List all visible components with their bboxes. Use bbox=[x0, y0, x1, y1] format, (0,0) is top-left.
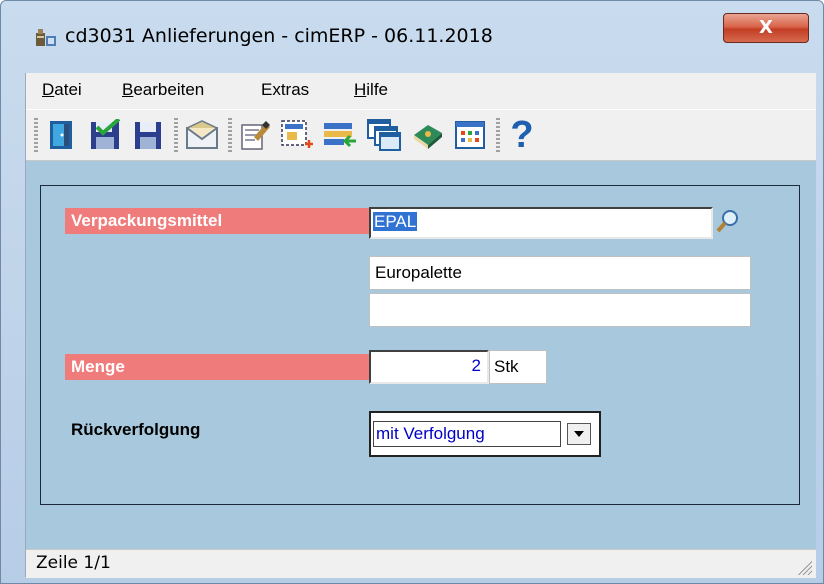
verpackungsmittel-input[interactable]: EPAL bbox=[369, 207, 713, 239]
toolbar: ? bbox=[26, 109, 816, 161]
menge-unit: Stk bbox=[489, 350, 547, 384]
search-icon[interactable] bbox=[715, 208, 741, 236]
menu-extras[interactable]: Extras bbox=[261, 80, 309, 100]
form-panel: Verpackungsmittel EPAL Europalette Menge… bbox=[40, 185, 800, 505]
status-text: Zeile 1/1 bbox=[36, 553, 111, 573]
save-icon[interactable] bbox=[130, 116, 166, 154]
rueckverfolgung-label: Rückverfolgung bbox=[71, 420, 201, 439]
menge-label: Menge bbox=[65, 354, 369, 380]
book-icon[interactable] bbox=[410, 116, 446, 154]
form-area: Verpackungsmittel EPAL Europalette Menge… bbox=[26, 161, 816, 549]
toolbar-separator bbox=[228, 118, 232, 152]
new-record-icon[interactable] bbox=[278, 116, 314, 154]
menu-bar: Datei Bearbeiten Extras Hilfe bbox=[26, 73, 816, 109]
toolbar-grip[interactable] bbox=[34, 118, 38, 152]
verpackungsmittel-label: Verpackungsmittel bbox=[65, 208, 369, 234]
close-button[interactable]: X bbox=[723, 13, 809, 43]
edit-icon[interactable] bbox=[238, 116, 274, 154]
help-symbol: ? bbox=[510, 114, 534, 156]
description2-field bbox=[369, 293, 751, 327]
help-icon[interactable]: ? bbox=[504, 116, 540, 154]
mail-icon[interactable] bbox=[184, 116, 220, 154]
windows-icon[interactable] bbox=[366, 116, 402, 154]
menu-bearbeiten[interactable]: Bearbeiten bbox=[122, 80, 204, 100]
client-area: Datei Bearbeiten Extras Hilfe ? Verpacku… bbox=[25, 73, 816, 578]
import-icon[interactable] bbox=[322, 116, 358, 154]
title-bar[interactable]: cd3031 Anlieferungen - cimERP - 06.11.20… bbox=[1, 1, 823, 51]
description-field: Europalette bbox=[369, 256, 751, 290]
status-bar: Zeile 1/1 bbox=[26, 549, 816, 578]
toolbar-separator bbox=[496, 118, 500, 152]
dropdown-button[interactable] bbox=[567, 423, 591, 445]
exit-door-icon[interactable] bbox=[44, 116, 80, 154]
grid-icon[interactable] bbox=[452, 116, 488, 154]
save-check-icon[interactable] bbox=[88, 116, 124, 154]
rueckverfolgung-value: mit Verfolgung bbox=[373, 421, 561, 447]
window-title: cd3031 Anlieferungen - cimERP - 06.11.20… bbox=[65, 25, 493, 47]
menu-hilfe[interactable]: Hilfe bbox=[354, 80, 388, 100]
chevron-down-icon bbox=[574, 431, 584, 437]
menu-datei[interactable]: Datei bbox=[42, 80, 82, 100]
resize-grip[interactable] bbox=[796, 559, 812, 575]
menge-input[interactable]: 2 bbox=[369, 350, 489, 384]
verpackungsmittel-value: EPAL bbox=[373, 212, 418, 231]
app-icon bbox=[36, 29, 56, 46]
application-window: cd3031 Anlieferungen - cimERP - 06.11.20… bbox=[0, 0, 824, 584]
rueckverfolgung-select[interactable]: mit Verfolgung bbox=[369, 411, 601, 457]
toolbar-separator bbox=[174, 118, 178, 152]
